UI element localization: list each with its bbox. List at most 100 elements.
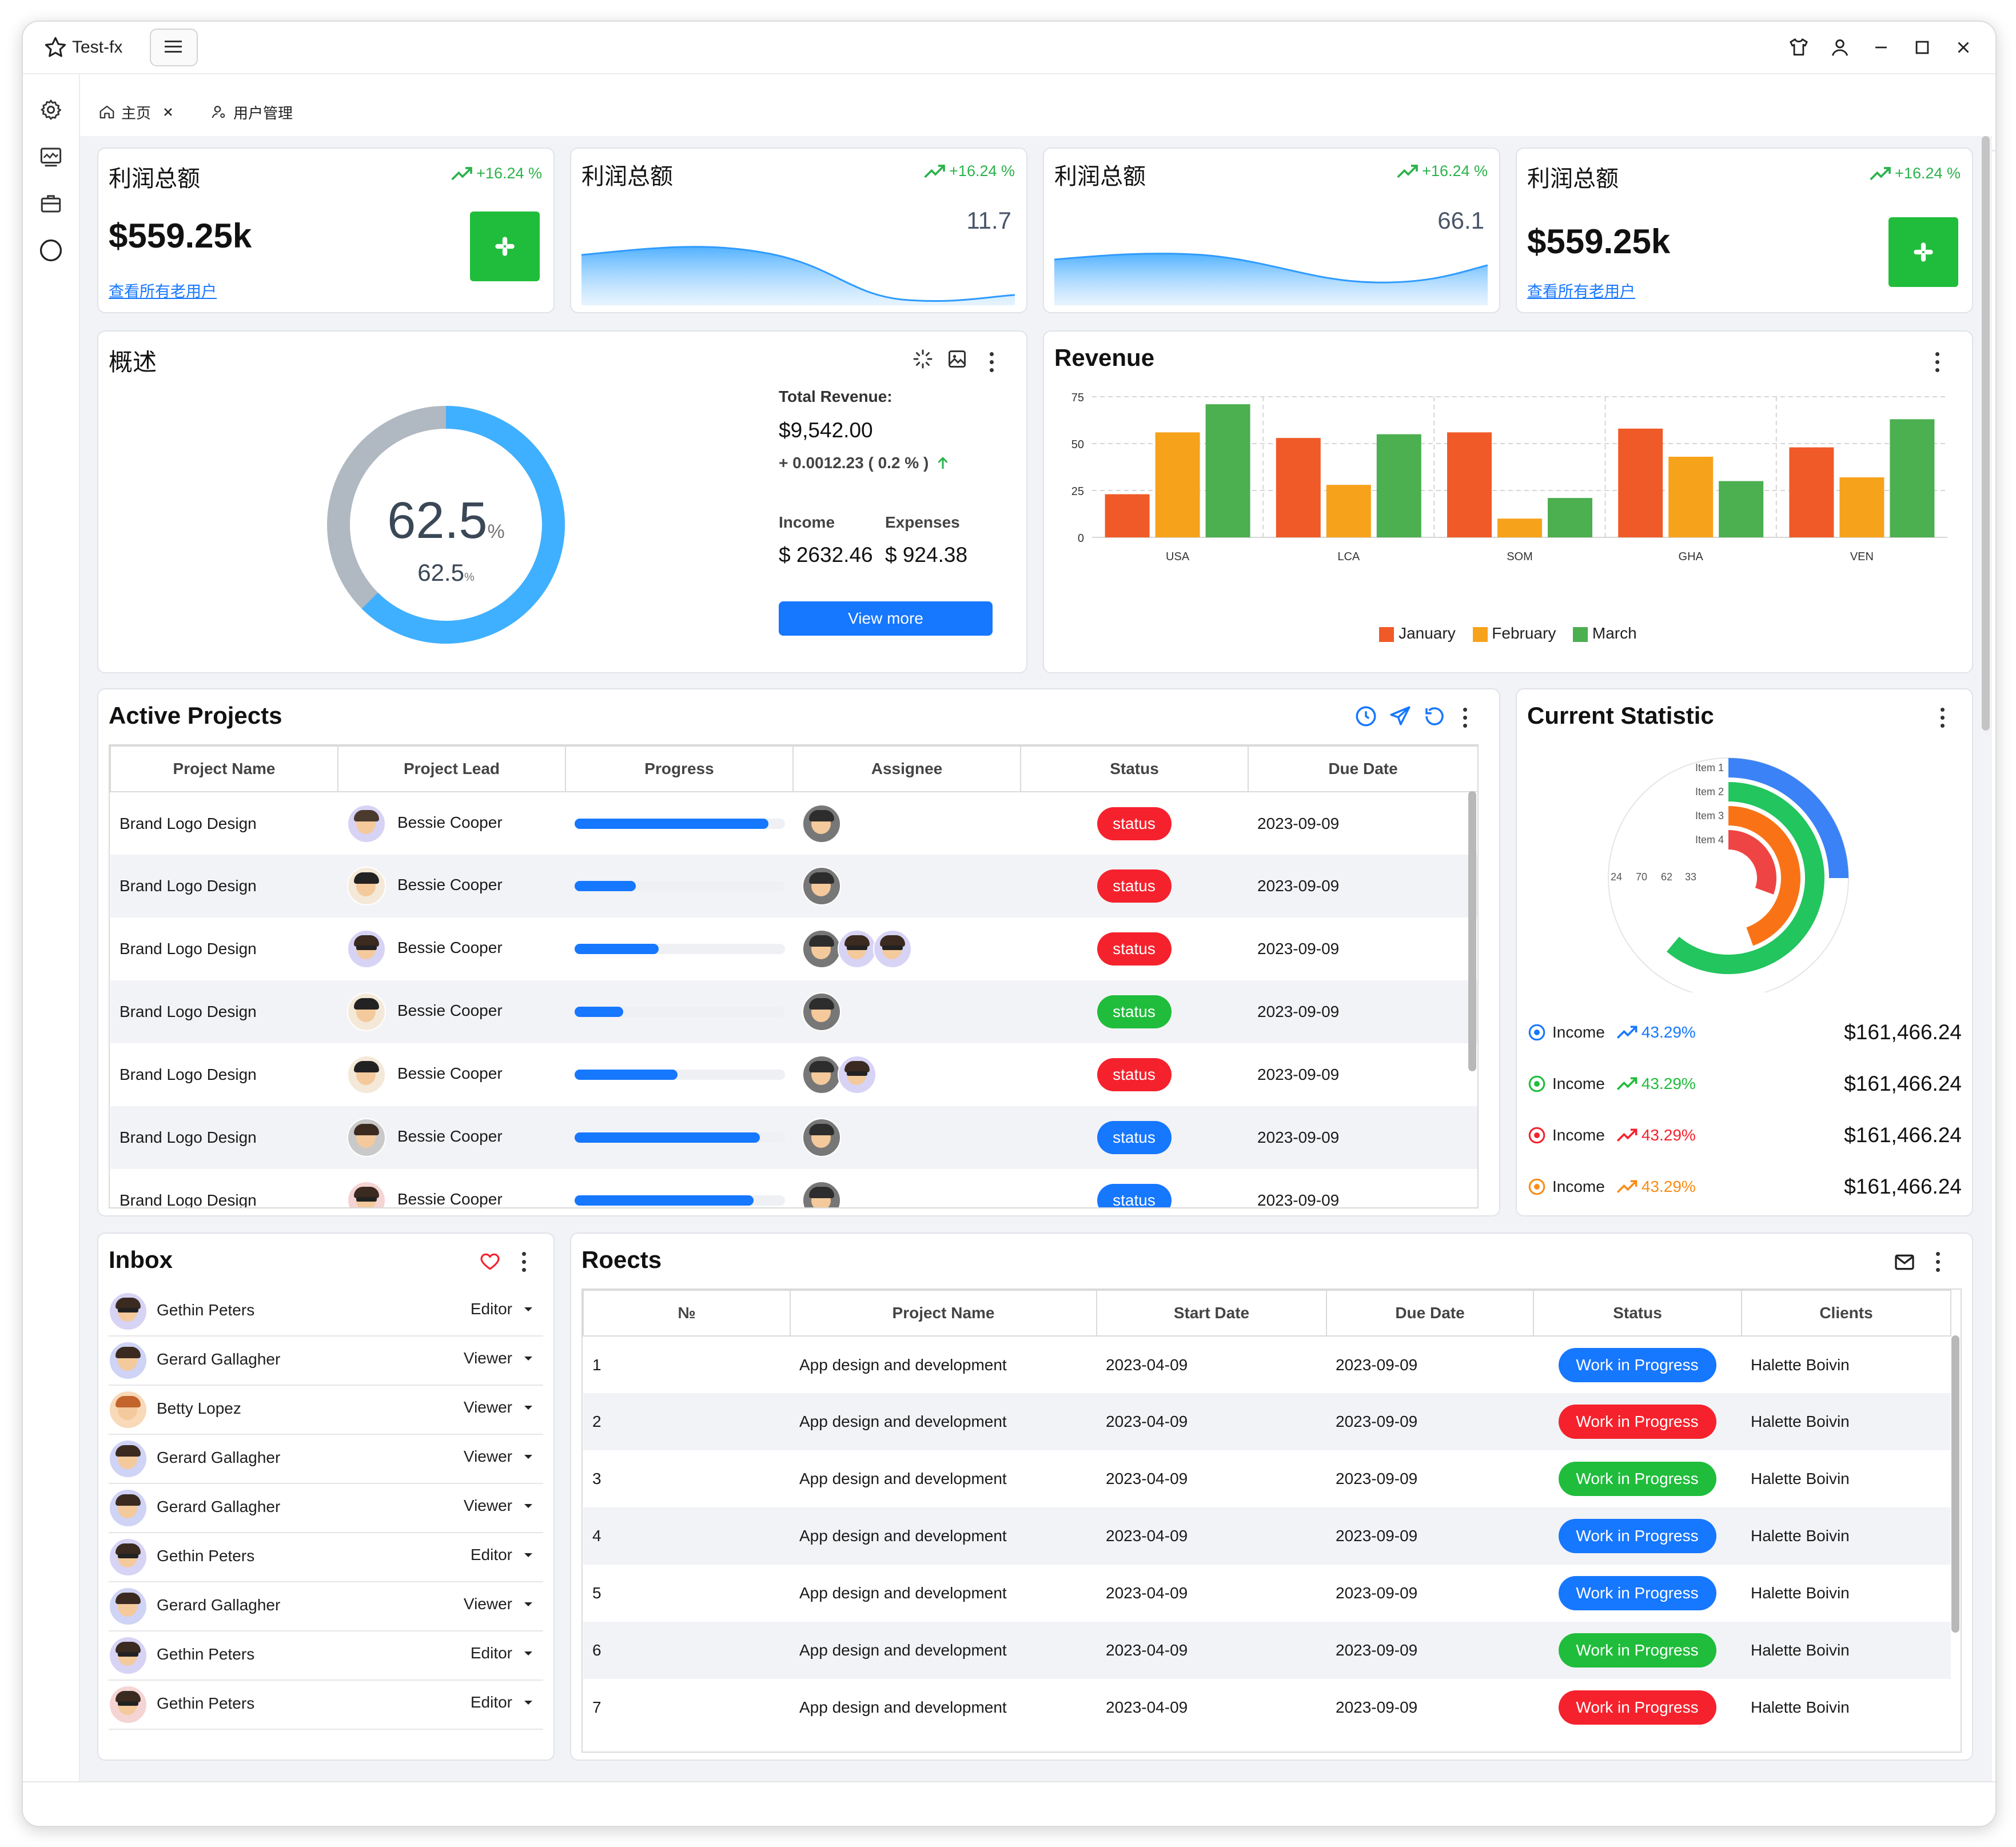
view-old-users-link[interactable]: 查看所有老用户 [109,279,217,301]
tab-user-management[interactable]: 用户管理 [210,96,293,128]
bar-march-usa[interactable] [1205,404,1250,537]
role-select[interactable]: Editor [471,1300,535,1318]
role-select[interactable]: Viewer [464,1497,535,1515]
inbox-row[interactable]: Gethin Peters Editor [109,1286,543,1337]
roects-more-icon[interactable] [1933,1248,1942,1276]
overview-more-icon[interactable] [987,349,996,376]
refresh-icon[interactable] [1423,704,1447,728]
statistic-row[interactable]: Income 43.29% $161,466.24 [1527,1170,1962,1204]
role-select[interactable]: Viewer [464,1447,535,1466]
status-badge[interactable]: Work in Progress [1558,1690,1716,1725]
role-select[interactable]: Viewer [464,1398,535,1417]
column-header[interactable]: Start Date [1096,1290,1327,1337]
column-header[interactable]: Project Lead [337,745,566,792]
table-row[interactable]: Brand Logo Design Bessie Cooper status 2023… [110,917,1477,980]
slack-badge[interactable] [470,212,540,281]
bar-february-ven[interactable] [1839,477,1884,537]
status-badge[interactable]: status [1097,932,1172,966]
inbox-row[interactable]: Gerard Gallagher Viewer [109,1483,543,1533]
slack-badge[interactable] [1888,217,1958,287]
role-select[interactable]: Viewer [464,1595,535,1613]
table-row[interactable]: Brand Logo Design Bessie Cooper status 2023… [110,980,1477,1043]
status-badge[interactable]: status [1097,1121,1172,1154]
status-badge[interactable]: status [1097,995,1172,1028]
column-header[interactable]: № [583,1290,791,1337]
status-badge[interactable]: Work in Progress [1558,1633,1716,1668]
column-header[interactable]: Project Name [790,1290,1097,1337]
view-old-users-link[interactable]: 查看所有老用户 [1527,279,1635,301]
column-header[interactable]: Due Date [1248,745,1477,792]
table-row[interactable]: Brand Logo Design Bessie Cooper status 2023… [110,1169,1477,1207]
close-tab-icon[interactable] [161,105,175,119]
inbox-row[interactable]: Gethin Peters Editor [109,1630,543,1681]
legend-january[interactable]: January [1399,624,1456,642]
current-statistic-more-icon[interactable] [1938,704,1947,732]
bar-march-gha[interactable] [1719,481,1764,537]
column-header[interactable]: Due Date [1326,1290,1534,1337]
bar-january-gha[interactable] [1618,428,1663,537]
status-badge[interactable]: Work in Progress [1558,1576,1716,1610]
inbox-row[interactable]: Betty Lopez Viewer [109,1385,543,1435]
statistic-row[interactable]: Income 43.29% $161,466.24 [1527,1015,1962,1050]
star-icon[interactable] [43,35,67,59]
bar-february-gha[interactable] [1668,456,1714,537]
inbox-row[interactable]: Gethin Peters Editor [109,1532,543,1582]
column-header[interactable]: Status [1020,745,1249,792]
bar-february-usa[interactable] [1155,432,1200,537]
bar-february-lca[interactable] [1326,485,1371,537]
sidebar-item-circle[interactable] [38,238,63,263]
column-header[interactable]: Progress [565,745,794,792]
role-select[interactable]: Editor [471,1644,535,1662]
table-row[interactable]: Brand Logo Design Bessie Cooper status 2023… [110,1106,1477,1169]
statistic-row[interactable]: Income 43.29% $161,466.24 [1527,1067,1962,1101]
status-badge[interactable]: status [1097,1184,1172,1207]
table-row[interactable]: Brand Logo Design Bessie Cooper status 2023… [110,1043,1477,1106]
status-badge[interactable]: status [1097,869,1172,903]
inbox-row[interactable]: Gethin Peters Editor [109,1680,543,1730]
bar-january-lca[interactable] [1276,438,1321,537]
close-button[interactable] [1943,32,1984,63]
table-scrollbar[interactable] [1951,1335,1959,1633]
bar-february-som[interactable] [1497,518,1542,537]
sidebar-item-settings[interactable] [38,97,63,122]
status-badge[interactable]: Work in Progress [1558,1405,1716,1439]
table-row[interactable]: Brand Logo Design Bessie Cooper status 2023… [110,855,1477,917]
status-badge[interactable]: Work in Progress [1558,1519,1716,1553]
table-row[interactable]: 3 App design and development 2023-04-09 202… [583,1450,1951,1507]
theme-button[interactable] [1778,32,1819,63]
status-badge[interactable]: status [1097,1058,1172,1091]
status-badge[interactable]: Work in Progress [1558,1347,1716,1382]
bar-march-lca[interactable] [1376,434,1421,537]
loading-icon[interactable] [913,349,933,369]
inbox-more-icon[interactable] [519,1248,528,1276]
table-row[interactable]: 6 App design and development 2023-04-09 202… [583,1622,1951,1679]
minimize-button[interactable] [1860,32,1902,63]
table-row[interactable]: 4 App design and development 2023-04-09 202… [583,1507,1951,1565]
bar-january-som[interactable] [1447,432,1492,537]
bar-january-usa[interactable] [1105,494,1150,537]
view-more-button[interactable]: View more [779,601,993,636]
tab-home[interactable]: 主页 [98,96,175,128]
legend-february[interactable]: February [1492,624,1556,642]
menu-button[interactable] [150,29,198,66]
page-scrollbar[interactable] [1982,136,1990,731]
heart-icon[interactable] [479,1251,501,1272]
role-select[interactable]: Editor [471,1693,535,1712]
mail-icon[interactable] [1893,1251,1916,1274]
bar-march-ven[interactable] [1890,419,1935,537]
send-icon[interactable] [1388,704,1412,728]
role-select[interactable]: Viewer [464,1349,535,1367]
role-select[interactable]: Editor [471,1546,535,1564]
inbox-row[interactable]: Gerard Gallagher Viewer [109,1581,543,1631]
column-header[interactable]: Assignee [792,745,1021,792]
table-row[interactable]: 2 App design and development 2023-04-09 202… [583,1393,1951,1450]
legend-march[interactable]: March [1592,624,1637,642]
bar-march-som[interactable] [1548,498,1592,537]
table-scrollbar[interactable] [1468,791,1476,1071]
table-row[interactable]: Brand Logo Design Bessie Cooper status 2023… [110,792,1477,855]
inbox-row[interactable]: Gerard Gallagher Viewer [109,1434,543,1484]
column-header[interactable]: Clients [1741,1290,1951,1337]
table-row[interactable]: 1 App design and development 2023-04-09 202… [583,1336,1951,1393]
column-header[interactable]: Project Name [110,745,338,792]
table-row[interactable]: 5 App design and development 2023-04-09 202… [583,1565,1951,1622]
